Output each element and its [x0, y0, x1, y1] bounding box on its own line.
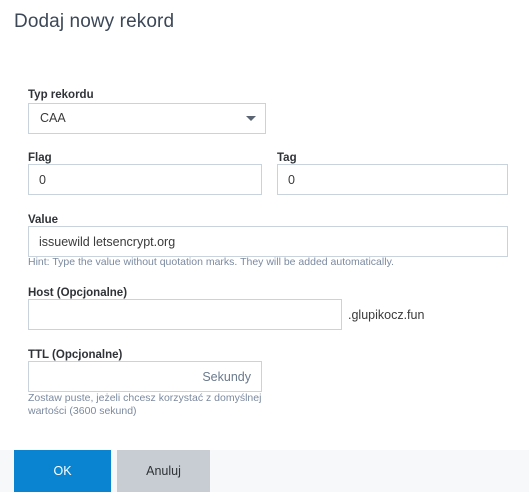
add-record-dialog: Dodaj nowy rekord Typ rekordu CAA Flag T… [0, 0, 529, 500]
value-label: Value [28, 213, 58, 227]
record-type-select[interactable]: CAA [28, 103, 266, 134]
value-hint: Hint: Type the value without quotation m… [28, 256, 394, 269]
tag-label: Tag [277, 151, 297, 165]
ttl-input[interactable] [28, 361, 262, 392]
flag-input[interactable] [28, 164, 262, 195]
ok-button[interactable]: OK [14, 450, 111, 492]
record-type-select-value[interactable]: CAA [28, 103, 266, 134]
tag-input[interactable] [277, 164, 508, 195]
cancel-button[interactable]: Anuluj [117, 450, 210, 492]
page-title: Dodaj nowy rekord [14, 9, 174, 35]
host-domain-suffix: .glupikocz.fun [348, 308, 424, 322]
ttl-hint: Zostaw puste, jeżeli chcesz korzystać z … [28, 392, 273, 418]
record-type-label: Typ rekordu [28, 88, 94, 102]
flag-label: Flag [28, 151, 52, 165]
value-input[interactable] [28, 226, 508, 257]
host-label: Host (Opcjonalne) [28, 286, 127, 300]
ttl-label: TTL (Opcjonalne) [28, 348, 122, 362]
host-input[interactable] [28, 299, 342, 330]
